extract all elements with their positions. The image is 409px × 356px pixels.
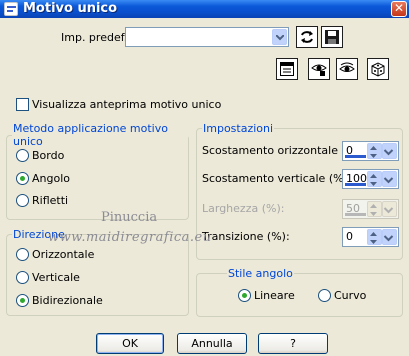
radio-rifletti-label: Rifletti (32, 194, 69, 207)
transition-field[interactable]: 0 (342, 227, 399, 247)
width-slider-bar (345, 213, 366, 216)
close-button[interactable]: ✕ (391, 1, 407, 17)
window-title: Motivo unico (23, 1, 118, 16)
preset-dropdown[interactable] (125, 27, 289, 47)
offset-vertical-label: Scostamento verticale (%): (202, 172, 352, 185)
help-button[interactable]: ? (258, 333, 328, 354)
radio-orizzontale[interactable] (16, 248, 29, 261)
randomize-button[interactable] (367, 58, 389, 80)
reset-arrows-icon (301, 31, 313, 43)
spin-updown-icon[interactable] (367, 143, 382, 159)
chevron-down-icon[interactable] (272, 29, 287, 45)
radio-curvo[interactable] (318, 289, 331, 302)
reset-preset-button[interactable] (296, 26, 318, 48)
transition-label: Transizione (%): (202, 230, 290, 243)
width-field: 50 (342, 199, 399, 219)
radio-orizzontale-label: Orizzontale (32, 248, 95, 261)
chevron-down-icon (382, 201, 397, 217)
radio-verticale[interactable] (16, 271, 29, 284)
offset-vertical-slider-bar[interactable] (345, 183, 366, 186)
close-icon: ✕ (393, 1, 405, 15)
width-label: Larghezza (%): (202, 202, 285, 215)
spin-updown-icon (367, 201, 382, 217)
radio-lineare-label: Lineare (254, 289, 295, 302)
preview-checkbox[interactable] (16, 98, 29, 111)
offset-horizontal-label: Scostamento orizzontale (%): (202, 144, 365, 157)
watermark-name: Pinuccia (101, 210, 158, 225)
save-preset-button[interactable] (321, 26, 343, 48)
chevron-down-icon[interactable] (382, 143, 397, 159)
cancel-button[interactable]: Annulla (177, 333, 247, 354)
auto-proof-button[interactable] (336, 58, 358, 80)
settings-group-legend: Impostazioni (203, 122, 274, 135)
eye-lock-icon (311, 64, 327, 76)
radio-angolo-label: Angolo (32, 172, 70, 185)
dialog-icon (4, 2, 18, 16)
radio-bordo-label: Bordo (32, 149, 65, 162)
ok-button[interactable]: OK (96, 333, 164, 354)
spin-updown-icon[interactable] (367, 171, 382, 187)
method-group-legend: Metodo applicazione motivo unico (13, 122, 168, 148)
radio-bidirezionale[interactable] (16, 294, 29, 307)
radio-verticale-label: Verticale (32, 271, 80, 284)
preview-checkbox-label: Visualizza anteprima motivo unico (32, 98, 222, 111)
dice-icon (371, 62, 385, 77)
chevron-down-icon[interactable] (382, 171, 397, 187)
window-layout-icon (280, 62, 294, 76)
offset-vertical-field[interactable]: 100 (342, 169, 399, 189)
preset-label: Imp. predef.: (61, 31, 131, 44)
offset-horizontal-slider-bar[interactable] (345, 155, 366, 158)
spin-updown-icon[interactable] (367, 229, 382, 245)
radio-lineare[interactable] (238, 289, 251, 302)
floppy-disk-icon (325, 30, 339, 44)
watermark-url: www.maidiregrafica.eu (48, 230, 212, 245)
window-layout-button[interactable] (276, 58, 298, 80)
corner-style-group: Stile angolo (196, 267, 403, 317)
corner-style-legend: Stile angolo (228, 267, 293, 280)
eye-icon (339, 62, 355, 72)
radio-bidirezionale-label: Bidirezionale (32, 294, 103, 307)
radio-angolo[interactable] (16, 172, 29, 185)
radio-curvo-label: Curvo (334, 289, 367, 302)
radio-bordo[interactable] (16, 149, 29, 162)
offset-horizontal-field[interactable]: 0 (342, 141, 399, 161)
transition-value: 0 (346, 230, 353, 243)
radio-rifletti[interactable] (16, 194, 29, 207)
chevron-down-icon[interactable] (382, 229, 397, 245)
title-bar[interactable]: Motivo unico ✕ (0, 0, 409, 18)
proof-preview-button[interactable] (308, 58, 330, 80)
